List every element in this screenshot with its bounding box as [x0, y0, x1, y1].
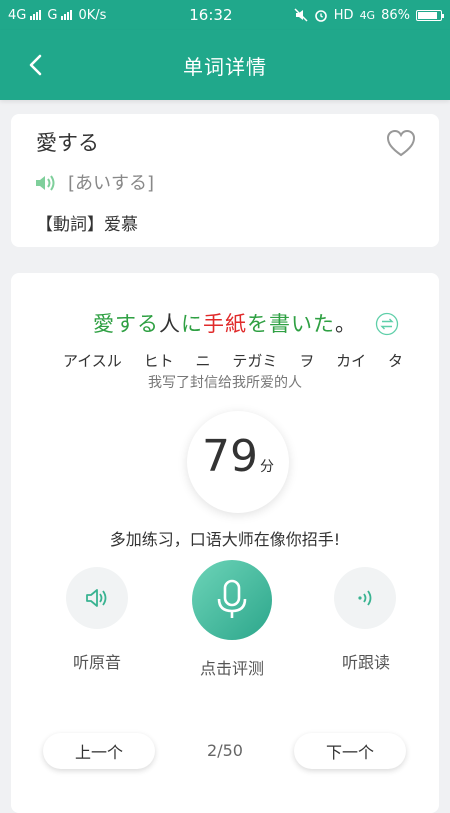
status-time: 16:32: [189, 6, 233, 24]
score-unit: 分: [260, 459, 274, 475]
speaker-icon: [86, 589, 107, 607]
sentence-segment: を: [247, 312, 269, 336]
swap-icon[interactable]: [375, 312, 399, 336]
score-circle: 79 分: [187, 411, 289, 513]
kana-item: ヒト: [143, 352, 174, 370]
sentence-segment: 愛する: [93, 312, 159, 336]
speaker-icon[interactable]: [33, 172, 57, 194]
record-button[interactable]: [192, 560, 272, 640]
record-label: 点击评测: [199, 659, 264, 678]
kana-item: テガミ: [232, 352, 278, 370]
next-button[interactable]: 下一个: [294, 733, 406, 769]
signal-icon: [30, 10, 42, 20]
definition-text: 【動詞】爱慕: [36, 215, 138, 235]
kana-item: アイスル: [63, 352, 122, 370]
listen-original-label: 听原音: [72, 653, 121, 672]
heart-outline-icon[interactable]: [385, 128, 417, 158]
network-type-2: G: [47, 7, 58, 23]
back-button[interactable]: [22, 50, 50, 80]
sentence-segment: に: [181, 312, 203, 336]
sentence-segment: 人: [159, 312, 181, 336]
kana-item: カイ: [336, 352, 367, 370]
network-type-1: 4G: [8, 7, 27, 23]
battery-percent: 86%: [381, 7, 410, 23]
listen-followup-label: 听跟读: [341, 653, 390, 672]
status-right: HD 4G 86%: [294, 7, 444, 23]
signal-icon: [61, 10, 73, 20]
listen-followup-button[interactable]: [334, 567, 396, 629]
kana-item: タ: [387, 352, 403, 370]
kana-reading-row: アイスル ヒト ニ テガミ ヲ カイ タ: [63, 350, 403, 371]
translation-text: 我写了封信给我所爱的人: [148, 375, 302, 391]
status-bar: 4G G 0K/s 16:32 HD 4G 86%: [0, 0, 450, 30]
status-left: 4G G 0K/s: [8, 8, 168, 23]
mute-icon: [294, 8, 308, 22]
hd-label: HD: [333, 7, 354, 23]
alarm-icon: [314, 10, 327, 22]
sentence-segment: 書いた: [269, 312, 335, 336]
word-text: 愛する: [36, 131, 99, 155]
practice-card: 愛する人に手紙を書いた。 アイスル ヒト ニ テガミ ヲ カイ タ 我写了封信给…: [11, 273, 439, 813]
score-value: 79: [202, 431, 258, 482]
feedback-text: 多加练习，口语大师在像你招手!: [109, 530, 341, 549]
nav-bar: 单词详情: [0, 30, 450, 100]
reading-text: [あいする]: [68, 173, 155, 194]
listen-original-button[interactable]: [66, 567, 128, 629]
network-type-3: 4G: [359, 8, 376, 22]
microphone-icon: [217, 579, 247, 618]
network-speed: 0K/s: [78, 7, 107, 23]
sentence-segment: 手紙: [203, 312, 247, 336]
word-card: 愛する [あいする] 【動詞】爱慕: [11, 114, 439, 247]
battery-icon: [416, 9, 444, 21]
kana-item: ニ: [195, 352, 211, 370]
page-title: 单词详情: [183, 54, 267, 79]
kana-item: ヲ: [299, 352, 315, 370]
playback-icon: [358, 590, 372, 606]
sentence-segment: 。: [335, 312, 357, 336]
